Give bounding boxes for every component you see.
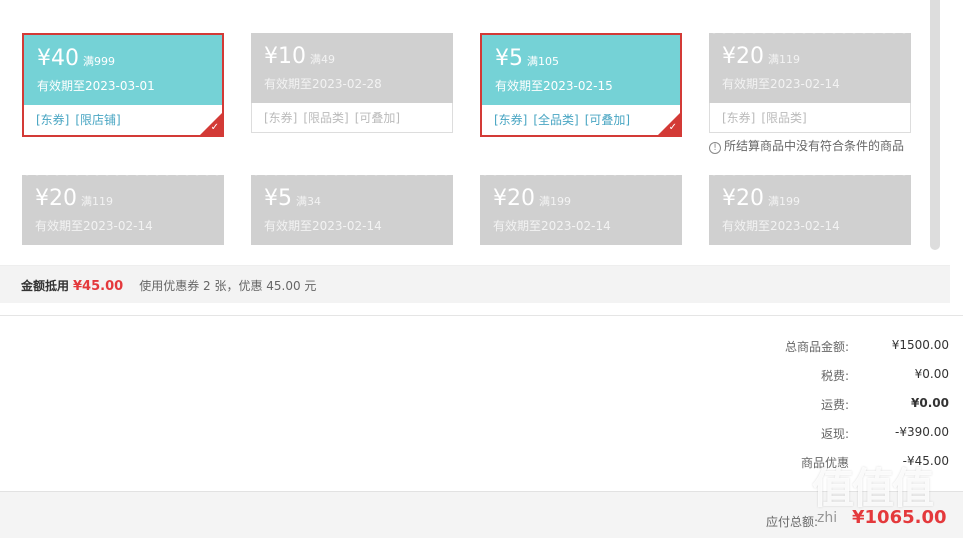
coupon-validity: 有效期至2023-02-14 [722, 77, 840, 91]
total-label: 总商品金额: [784, 340, 849, 354]
coupon-validity: 有效期至2023-02-14 [722, 219, 840, 233]
coupon-tags: [东券] [限店铺] [24, 105, 222, 135]
unavailable-notice: ! 所结算商品中没有符合条件的商品 [709, 137, 904, 154]
coupon-validity: 有效期至2023-02-14 [264, 219, 382, 233]
notice-text: 所结算商品中没有符合条件的商品 [724, 139, 905, 153]
coupon-tag: [限品类] [303, 111, 349, 125]
coupon-tag: [东券] [264, 111, 298, 125]
coupon-face: ¥20 满199 有效期至2023-02-14 [480, 171, 682, 245]
coupon-scrollbar[interactable] [930, 0, 940, 250]
coupon-validity: 有效期至2023-02-14 [35, 219, 153, 233]
total-value: ¥0.00 [914, 367, 949, 381]
coupon-tags: [东券] [限品类] [可叠加] [251, 103, 453, 133]
total-value: ¥0.00 [911, 396, 949, 410]
total-label: 税费: [820, 369, 849, 383]
coupon-tag: [东券] [36, 113, 70, 127]
summary-desc: 使用优惠券 2 张，优惠 45.00 元 [139, 279, 317, 293]
coupon-condition: 满199 [768, 195, 800, 208]
divider [0, 315, 963, 316]
coupon-tag: [可叠加] [584, 113, 631, 127]
coupon-amount: ¥5 [495, 46, 523, 71]
coupon-face: ¥20 满199 有效期至2023-02-14 [709, 171, 911, 245]
total-value: -¥390.00 [895, 425, 949, 439]
coupon-tags: [东券] [限品类] [709, 103, 911, 133]
coupon-card[interactable]: ¥5 满105 有效期至2023-02-15 [东券] [全品类] [可叠加] ✓ [480, 33, 682, 137]
coupon-condition: 满199 [539, 195, 571, 208]
coupon-validity: 有效期至2023-02-28 [264, 77, 382, 91]
coupon-face: ¥20 满119 有效期至2023-02-14 [709, 29, 911, 103]
coupon-amount: ¥10 [264, 44, 306, 69]
coupon-card[interactable]: ¥10 满49 有效期至2023-02-28 [东券] [限品类] [可叠加] [251, 33, 453, 133]
coupon-card[interactable]: ¥20 满199 有效期至2023-02-14 [709, 171, 911, 245]
coupon-tag: [限品类] [761, 111, 807, 125]
coupon-amount: ¥20 [35, 186, 77, 211]
total-row: 总商品金额: ¥1500.00 [729, 338, 949, 367]
coupon-summary: 金额抵用 ¥45.00 使用优惠券 2 张，优惠 45.00 元 [0, 265, 950, 303]
total-row: 税费: ¥0.00 [729, 367, 949, 396]
coupon-tag: [限店铺] [75, 113, 121, 127]
coupon-face: ¥40 满999 有效期至2023-03-01 [24, 35, 222, 105]
watermark-url: zhi [817, 510, 838, 526]
coupon-card[interactable]: ¥20 满119 有效期至2023-02-14 [东券] [限品类] [709, 29, 911, 133]
coupon-amount: ¥20 [722, 44, 764, 69]
coupon-card[interactable]: ¥40 满999 有效期至2023-03-01 [东券] [限店铺] ✓ [22, 33, 224, 137]
coupon-validity: 有效期至2023-02-14 [493, 219, 611, 233]
coupon-face: ¥20 满119 有效期至2023-02-14 [22, 171, 224, 245]
total-value: ¥1500.00 [891, 338, 949, 352]
coupon-list: ¥40 满999 有效期至2023-03-01 [东券] [限店铺] ✓ ¥10 满4… [0, 0, 950, 262]
coupon-condition: 满119 [768, 53, 800, 66]
coupon-validity: 有效期至2023-02-15 [495, 79, 613, 93]
total-row: 返现: -¥390.00 [729, 425, 949, 454]
coupon-amount: ¥40 [37, 46, 79, 71]
coupon-tag: [东券] [494, 113, 528, 127]
watermark-logo: 值值值 [812, 464, 934, 513]
coupon-amount: ¥20 [722, 186, 764, 211]
coupon-face: ¥5 满105 有效期至2023-02-15 [482, 35, 680, 105]
coupon-card[interactable]: ¥20 满199 有效期至2023-02-14 [480, 171, 682, 245]
coupon-condition: 满34 [296, 195, 321, 208]
coupon-amount: ¥20 [493, 186, 535, 211]
coupon-amount: ¥5 [264, 186, 292, 211]
coupon-validity: 有效期至2023-03-01 [37, 79, 155, 93]
check-icon: ✓ [668, 122, 677, 133]
summary-label: 金额抵用 [21, 279, 70, 293]
summary-amount: ¥45.00 [73, 279, 124, 294]
coupon-tags: [东券] [全品类] [可叠加] [482, 105, 680, 135]
total-label: 返现: [820, 427, 849, 441]
payable-label: 应付总额: [766, 515, 819, 529]
coupon-card[interactable]: ¥20 满119 有效期至2023-02-14 [22, 171, 224, 245]
coupon-condition: 满49 [310, 53, 335, 66]
coupon-condition: 满999 [83, 55, 115, 68]
coupon-condition: 满105 [527, 55, 559, 68]
total-row: 运费: ¥0.00 [729, 396, 949, 425]
coupon-tag: [全品类] [533, 113, 579, 127]
total-label: 运费: [820, 398, 849, 412]
coupon-face: ¥5 满34 有效期至2023-02-14 [251, 171, 453, 245]
coupon-tag: [东券] [722, 111, 756, 125]
coupon-condition: 满119 [81, 195, 113, 208]
check-icon: ✓ [210, 122, 219, 133]
coupon-card[interactable]: ¥5 满34 有效期至2023-02-14 [251, 171, 453, 245]
coupon-face: ¥10 满49 有效期至2023-02-28 [251, 33, 453, 103]
info-icon: ! [709, 142, 721, 154]
coupon-tag: [可叠加] [354, 111, 401, 125]
